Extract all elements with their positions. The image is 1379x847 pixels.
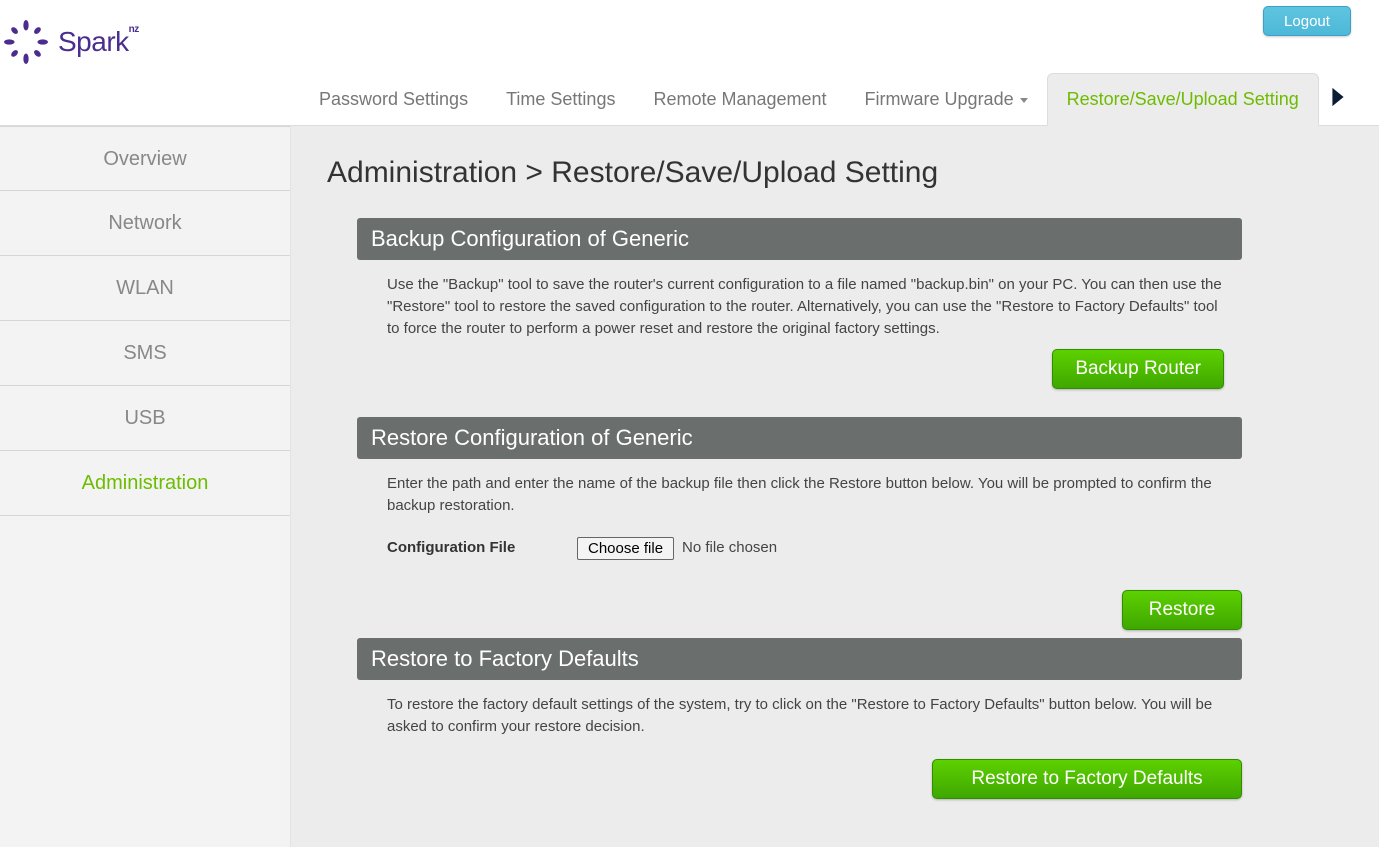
sidebar-item-administration[interactable]: Administration	[0, 451, 290, 516]
choose-file-button[interactable]: Choose file	[577, 537, 674, 560]
sidebar: Overview Network WLAN SMS USB Administra…	[0, 126, 291, 847]
panel-factory-heading: Restore to Factory Defaults	[357, 638, 1242, 680]
config-file-row: Configuration File Choose file No file c…	[387, 537, 1224, 560]
sidebar-item-sms[interactable]: SMS	[0, 321, 290, 386]
tab-restore-save-upload[interactable]: Restore/Save/Upload Setting	[1047, 73, 1319, 126]
main-container: Overview Network WLAN SMS USB Administra…	[0, 126, 1379, 847]
restore-button[interactable]: Restore	[1122, 590, 1242, 630]
panel-factory-defaults: Restore to Factory Defaults To restore t…	[357, 638, 1242, 742]
tabs-scroll-right-icon[interactable]	[1331, 86, 1345, 111]
panel-backup-heading: Backup Configuration of Generic	[357, 218, 1242, 260]
page-title: Administration > Restore/Save/Upload Set…	[327, 156, 1347, 190]
config-file-label: Configuration File	[387, 537, 577, 559]
restore-factory-defaults-button[interactable]: Restore to Factory Defaults	[932, 759, 1242, 799]
panel-restore: Restore Configuration of Generic Enter t…	[357, 417, 1242, 572]
brand-suffix: nz	[129, 24, 139, 35]
sidebar-item-wlan[interactable]: WLAN	[0, 256, 290, 321]
panel-restore-heading: Restore Configuration of Generic	[357, 417, 1242, 459]
brand-logo: Sparknz	[4, 20, 139, 64]
backup-router-button[interactable]: Backup Router	[1052, 349, 1224, 389]
panel-factory-desc: To restore the factory default settings …	[387, 694, 1224, 738]
panel-backup-desc: Use the "Backup" tool to save the router…	[387, 274, 1224, 339]
topbar: Sparknz Logout	[0, 0, 1379, 72]
sidebar-item-network[interactable]: Network	[0, 191, 290, 256]
sidebar-item-overview[interactable]: Overview	[0, 126, 290, 191]
brand-name: Spark	[58, 26, 129, 57]
tab-remote-management[interactable]: Remote Management	[634, 74, 845, 125]
content-area: Administration > Restore/Save/Upload Set…	[291, 126, 1379, 847]
panel-backup: Backup Configuration of Generic Use the …	[357, 218, 1242, 395]
logout-button[interactable]: Logout	[1263, 6, 1351, 36]
tab-time-settings[interactable]: Time Settings	[487, 74, 634, 125]
tab-bar: Password Settings Time Settings Remote M…	[0, 72, 1379, 126]
sidebar-item-usb[interactable]: USB	[0, 386, 290, 451]
panel-restore-desc: Enter the path and enter the name of the…	[387, 473, 1224, 517]
spark-asterisk-icon	[4, 20, 48, 64]
tab-password-settings[interactable]: Password Settings	[300, 74, 487, 125]
file-chosen-status: No file chosen	[682, 537, 777, 559]
tab-firmware-upgrade[interactable]: Firmware Upgrade	[846, 74, 1047, 125]
